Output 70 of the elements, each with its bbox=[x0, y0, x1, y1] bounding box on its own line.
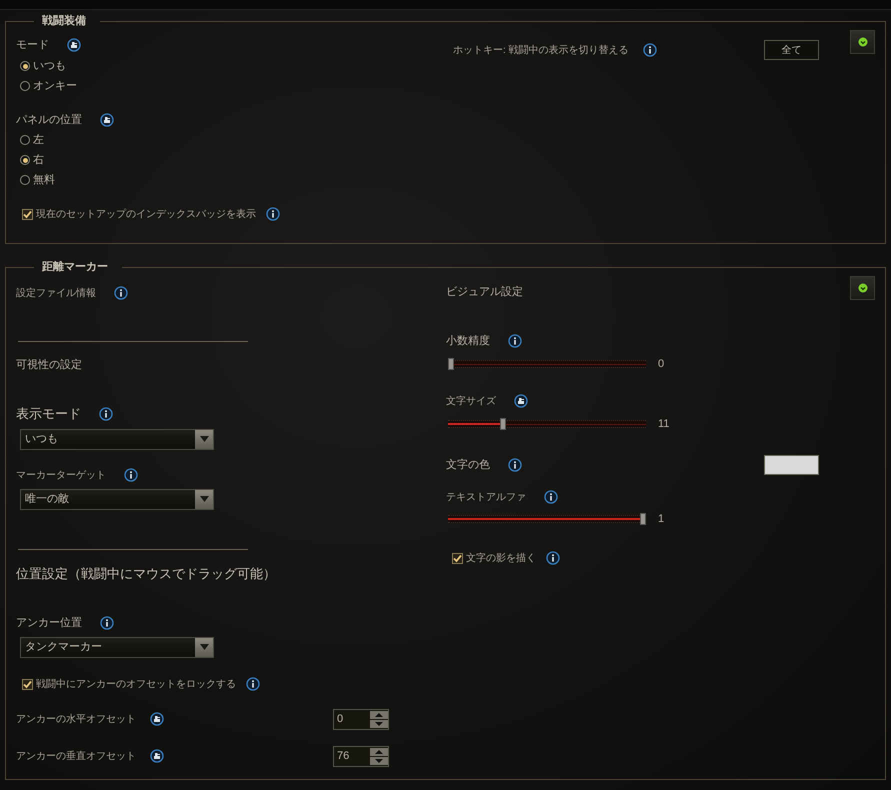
slider-track[interactable] bbox=[448, 360, 646, 368]
slider-value: 0 bbox=[658, 356, 664, 372]
checkbox-label: 現在のセットアップのインデックスバッジを表示 bbox=[36, 208, 256, 222]
setting-label: 文字サイズ bbox=[446, 394, 496, 408]
checkbox-label: 文字の影を描く bbox=[466, 552, 536, 566]
setting-label: 文字の色 bbox=[446, 458, 490, 473]
number-field[interactable]: 76 bbox=[333, 746, 389, 766]
radio-button[interactable] bbox=[20, 61, 30, 71]
stepper-icon[interactable] bbox=[370, 748, 388, 764]
info-icon[interactable] bbox=[508, 334, 522, 348]
setting-label: ホットキー: 戦闘中の表示を切り替える bbox=[453, 44, 629, 58]
dropdown[interactable]: タンクマーカー bbox=[20, 636, 214, 658]
radio-option[interactable]: オンキー bbox=[16, 78, 77, 94]
tank-icon[interactable] bbox=[100, 113, 114, 127]
info-icon[interactable] bbox=[246, 677, 260, 691]
dropdown[interactable]: 唯一の敵 bbox=[20, 488, 214, 510]
setting-label: アンカーの垂直オフセット bbox=[16, 750, 136, 764]
setting-label: アンカー位置 bbox=[16, 616, 82, 631]
slider-track[interactable] bbox=[448, 515, 646, 523]
dropdown[interactable]: いつも bbox=[20, 428, 214, 450]
section-title: 距離マーカー bbox=[41, 260, 109, 274]
tank-icon[interactable] bbox=[67, 38, 81, 52]
setting-label: 設定ファイル情報 bbox=[16, 286, 96, 300]
setting-label: パネルの位置 bbox=[16, 112, 82, 128]
setting-label: マーカーターゲット bbox=[16, 468, 106, 482]
tank-icon[interactable] bbox=[514, 394, 528, 408]
checkbox[interactable] bbox=[22, 678, 33, 690]
stepper-icon[interactable] bbox=[370, 710, 388, 728]
tank-icon[interactable] bbox=[150, 712, 164, 726]
setting-label: 可視性の設定 bbox=[16, 358, 82, 373]
slider-value: 11 bbox=[658, 416, 670, 432]
radio-button[interactable] bbox=[20, 81, 30, 91]
info-icon[interactable] bbox=[100, 616, 114, 630]
tank-icon[interactable] bbox=[150, 749, 164, 763]
toggle-button[interactable] bbox=[850, 276, 875, 300]
radio-option[interactable]: いつも bbox=[16, 58, 66, 74]
radio-option[interactable]: 左 bbox=[16, 132, 44, 148]
number-field[interactable]: 0 bbox=[333, 708, 389, 730]
slider-thumb[interactable] bbox=[500, 418, 506, 430]
toggle-button[interactable] bbox=[850, 30, 875, 54]
color-swatch[interactable] bbox=[764, 455, 819, 475]
info-icon[interactable] bbox=[544, 490, 558, 504]
slider-track[interactable] bbox=[448, 420, 646, 428]
setting-label: テキストアルファ bbox=[446, 490, 526, 504]
setting-label: モード bbox=[16, 38, 49, 53]
checkbox[interactable] bbox=[22, 208, 33, 220]
setting-label: 小数精度 bbox=[446, 334, 490, 349]
radio-option[interactable]: 右 bbox=[16, 152, 44, 168]
setting-label: 表示モード bbox=[16, 405, 81, 424]
radio-button[interactable] bbox=[20, 135, 30, 145]
radio-button[interactable] bbox=[20, 155, 30, 165]
setting-label: ビジュアル設定 bbox=[446, 284, 523, 300]
checkbox-label: 戦闘中にアンカーのオフセットをロックする bbox=[36, 678, 236, 692]
radio-option[interactable]: 無料 bbox=[16, 172, 55, 188]
setting-label: アンカーの水平オフセット bbox=[16, 712, 136, 726]
info-icon[interactable] bbox=[642, 43, 657, 57]
checkbox[interactable] bbox=[452, 552, 463, 564]
hotkey-button[interactable]: 全て bbox=[764, 40, 819, 60]
info-icon[interactable] bbox=[124, 468, 138, 482]
info-icon[interactable] bbox=[508, 458, 522, 472]
info-icon[interactable] bbox=[114, 286, 128, 300]
info-icon[interactable] bbox=[546, 551, 560, 565]
info-icon[interactable] bbox=[266, 207, 280, 221]
radio-button[interactable] bbox=[20, 175, 30, 185]
info-icon[interactable] bbox=[99, 407, 113, 421]
slider-thumb[interactable] bbox=[448, 358, 454, 370]
slider-value: 1 bbox=[658, 512, 664, 527]
section-title: 戦闘装備 bbox=[41, 14, 87, 28]
setting-label: 位置設定（戦闘中にマウスでドラッグ可能） bbox=[16, 565, 276, 584]
slider-thumb[interactable] bbox=[640, 513, 646, 525]
